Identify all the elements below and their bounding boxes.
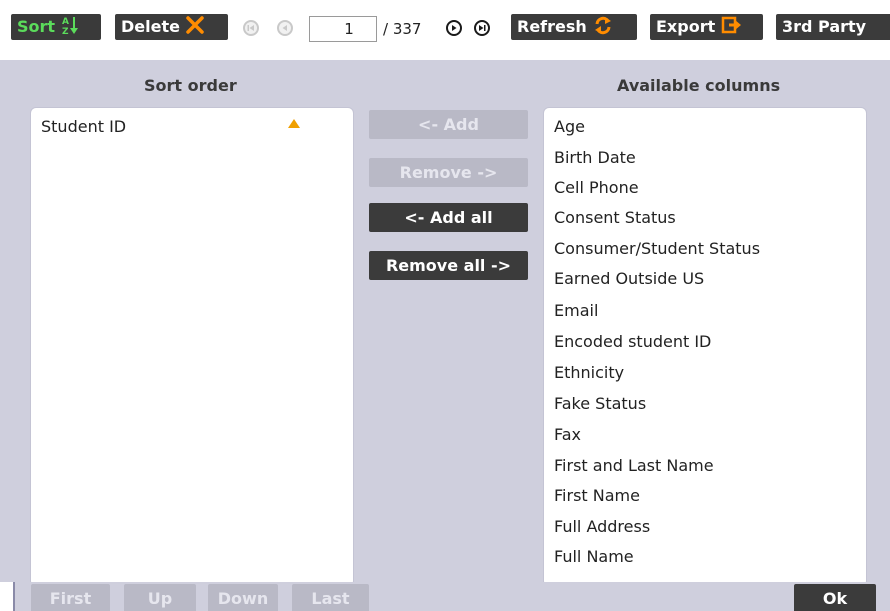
list-item[interactable]: Consumer/Student Status xyxy=(554,239,760,258)
list-item[interactable]: Ethnicity xyxy=(554,363,624,382)
refresh-button-label: Refresh xyxy=(517,17,587,36)
down-button[interactable]: Down xyxy=(208,584,278,611)
available-columns-heading: Available columns xyxy=(617,76,781,95)
toolbar: Sort A Z Delete / 337 xyxy=(0,0,890,60)
third-party-button-label: 3rd Party xyxy=(782,17,867,36)
list-item[interactable]: Encoded student ID xyxy=(554,332,711,351)
first-page-icon[interactable] xyxy=(243,20,259,36)
list-item[interactable]: Student ID xyxy=(41,117,126,136)
ascending-arrow-icon[interactable] xyxy=(288,119,300,128)
sort-button[interactable]: Sort A Z xyxy=(11,14,101,40)
third-party-button[interactable]: 3rd Party xyxy=(776,14,890,40)
list-item[interactable]: First and Last Name xyxy=(554,456,714,475)
ok-button[interactable]: Ok xyxy=(794,584,876,611)
list-item[interactable]: Full Address xyxy=(554,517,650,536)
sort-az-icon: A Z xyxy=(61,14,79,40)
list-item[interactable]: Fake Status xyxy=(554,394,646,413)
delete-button-label: Delete xyxy=(121,17,180,36)
sort-button-label: Sort xyxy=(17,17,56,36)
sort-order-heading: Sort order xyxy=(144,76,237,95)
last-button[interactable]: Last xyxy=(292,584,369,611)
refresh-icon xyxy=(593,14,613,40)
delete-button[interactable]: Delete xyxy=(115,14,228,40)
add-all-button[interactable]: <- Add all xyxy=(369,203,528,232)
first-button[interactable]: First xyxy=(31,584,110,611)
up-button[interactable]: Up xyxy=(124,584,196,611)
page-total: / 337 xyxy=(383,20,422,38)
list-item[interactable]: First Name xyxy=(554,486,640,505)
page-number-input[interactable] xyxy=(309,16,377,42)
remove-all-button[interactable]: Remove all -> xyxy=(369,251,528,280)
prev-page-icon[interactable] xyxy=(277,20,293,36)
export-button[interactable]: Export xyxy=(650,14,763,40)
available-columns-list[interactable]: Age Birth Date Cell Phone Consent Status… xyxy=(543,107,867,587)
list-item[interactable]: Cell Phone xyxy=(554,178,639,197)
left-edge xyxy=(0,582,13,611)
remove-button[interactable]: Remove -> xyxy=(369,158,528,187)
next-page-icon[interactable] xyxy=(446,20,462,36)
edge-divider xyxy=(13,582,15,611)
list-item[interactable]: Age xyxy=(554,117,585,136)
list-item[interactable]: Earned Outside US xyxy=(554,269,704,288)
close-x-icon xyxy=(186,14,204,40)
list-item[interactable]: Fax xyxy=(554,425,581,444)
last-page-icon[interactable] xyxy=(474,20,490,36)
list-item[interactable]: Birth Date xyxy=(554,148,636,167)
export-button-label: Export xyxy=(656,17,716,36)
sort-order-list[interactable]: Student ID xyxy=(30,107,354,587)
export-icon xyxy=(721,14,742,40)
svg-text:Z: Z xyxy=(62,27,69,36)
list-item[interactable]: Consent Status xyxy=(554,208,676,227)
svg-text:A: A xyxy=(62,17,69,27)
list-item[interactable]: Email xyxy=(554,301,598,320)
add-button[interactable]: <- Add xyxy=(369,110,528,139)
list-item[interactable]: Full Name xyxy=(554,547,634,566)
refresh-button[interactable]: Refresh xyxy=(511,14,637,40)
